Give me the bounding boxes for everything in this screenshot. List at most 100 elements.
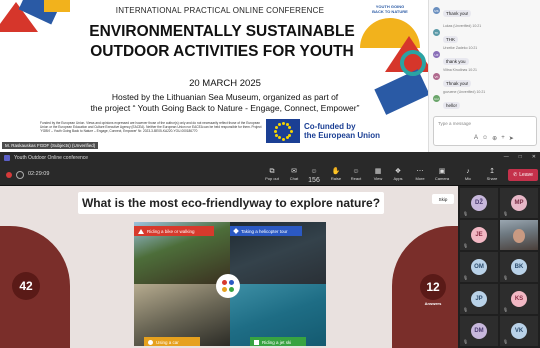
window-title: Youth Outdoor Online conference: [14, 155, 89, 161]
leave-label: Leave: [519, 172, 533, 178]
answer-option-4[interactable]: Riding a jet ski: [230, 284, 326, 346]
camera-icon: ▣: [438, 168, 446, 175]
square-icon: [254, 339, 259, 345]
participant-tile[interactable]: DŽ 🎙: [460, 188, 498, 218]
chat-time: 10:21: [476, 90, 486, 94]
chat-text: thank you: [443, 58, 469, 65]
participant-tile[interactable]: OM 🎙: [460, 252, 498, 282]
share-button[interactable]: ↥ Share: [482, 167, 502, 181]
apps-label: Apps: [393, 176, 403, 181]
chat-panel: MK Thank you! TK Lukas (Unverified) 10:21 T…: [428, 0, 540, 152]
answers-count: 12: [420, 274, 446, 300]
window-title-bar: Youth Outdoor Online conference — □ ✕: [0, 152, 540, 164]
apps-button[interactable]: ❖ Apps: [388, 167, 408, 181]
answer-option-2[interactable]: Taking a helicopter tour: [230, 222, 326, 284]
eu-text-line-2: the European Union: [304, 131, 380, 140]
question-suffix: to explore nature?: [275, 196, 381, 210]
participant-tile[interactable]: JP 🎙: [460, 284, 498, 314]
avatar: BK: [511, 259, 527, 275]
hosted-line-1: Hosted by the Lithuanian Sea Museum, org…: [111, 92, 339, 102]
chat-text: THK: [443, 36, 458, 43]
chat-input-placeholder[interactable]: Type a message: [438, 121, 471, 126]
popout-icon: ⧉: [269, 168, 275, 175]
avatar: UZ: [433, 51, 440, 58]
participant-tile[interactable]: JE 🎙: [460, 220, 498, 250]
avatar: TK: [433, 29, 440, 36]
more-button[interactable]: ⋯ More: [410, 167, 430, 181]
attach-icon[interactable]: ⊕: [492, 135, 497, 142]
avatar: VK: [433, 73, 440, 80]
camera-button[interactable]: ▣ Camera: [432, 167, 452, 181]
teams-app-icon: [4, 155, 10, 161]
chat-button[interactable]: ✉ Chat: [284, 167, 304, 181]
participant-tile[interactable]: KS 🎙: [500, 284, 538, 314]
maximize-button[interactable]: □: [519, 154, 522, 160]
eu-star-icon: [277, 136, 281, 140]
chat-text: Thank you!: [443, 10, 472, 17]
mic-off-icon: 🎙: [463, 339, 469, 344]
react-button[interactable]: ☺ React: [346, 167, 366, 181]
view-icon: ▦: [374, 168, 382, 175]
option-label: Taking a helicopter tour: [241, 228, 288, 234]
option-label: Using a car: [156, 339, 179, 345]
raise-button[interactable]: ✋ Raise: [326, 167, 346, 181]
chat-author: Lukas (Unverified): [443, 24, 472, 28]
leave-button[interactable]: ✆ Leave: [508, 169, 538, 181]
chat-text: hello!: [443, 102, 460, 109]
presenter-name-tag: M. Raskauskas FGDF (Subjects) (Unverifie…: [2, 142, 99, 149]
chat-meta: Urzeike Zadeko 10:21: [443, 46, 477, 50]
raise-icon: ✋: [331, 168, 341, 175]
participant-tile[interactable]: BK 🎙: [500, 252, 538, 282]
chat-compose-box[interactable]: Type a message A ☺ ⊕ + ➤: [433, 116, 537, 146]
option-label: Riding a bike or walking: [147, 228, 195, 234]
chat-tools: A ☺ ⊕ + ➤: [474, 135, 514, 142]
chat-author: Viltna Kirudinas: [443, 68, 468, 72]
eu-star-icon: [289, 129, 293, 133]
window-controls: — □ ✕: [504, 154, 536, 160]
quiz-stage: What is the most eco-friendly way to exp…: [0, 186, 458, 348]
chat-message: VK Viltna Kirudinas 10:21 Thnak you!: [433, 68, 477, 90]
eu-cofunded-badge: Co-funded by the European Union: [266, 119, 380, 143]
question-mid: way: [249, 196, 273, 210]
avatar: GU: [433, 95, 440, 102]
chat-text: Thnak you!: [443, 80, 472, 87]
eu-disclaimer: Funded by the European Union. Views and …: [40, 121, 262, 133]
decor-teal-ring: [400, 50, 426, 76]
participant-tile[interactable]: DM 🎙: [460, 316, 498, 346]
option-label: Riding a jet ski: [262, 339, 292, 345]
quiz-question: What is the most eco-friendly way to exp…: [78, 192, 384, 214]
mic-label: Mic: [464, 176, 472, 181]
add-icon[interactable]: +: [501, 135, 505, 142]
shared-content-area: INTERNATIONAL PRACTICAL ONLINE CONFERENC…: [0, 0, 540, 152]
chat-time: 10:21: [472, 24, 482, 28]
question-bold: most eco-friendly: [149, 196, 250, 210]
answer-option-3[interactable]: Using a car: [134, 284, 230, 346]
recording-indicator-icon: [6, 172, 12, 178]
mic-off-icon: 🎙: [503, 339, 509, 344]
format-icon[interactable]: A: [474, 135, 478, 142]
minimize-button[interactable]: —: [504, 154, 509, 160]
participant-tile[interactable]: [500, 220, 538, 250]
chat-label: Chat: [289, 176, 299, 181]
emoji-icon[interactable]: ☺: [482, 135, 488, 142]
popout-button[interactable]: ⧉ Pop out: [262, 167, 282, 181]
send-icon[interactable]: ➤: [509, 135, 514, 142]
mic-button[interactable]: ♪ Mic: [458, 167, 478, 181]
close-button[interactable]: ✕: [532, 154, 536, 160]
view-button[interactable]: ▦ View: [368, 167, 388, 181]
eu-star-icon: [288, 125, 292, 129]
meeting-toolbar: 02:29:09 ⧉Pop out✉Chat☺ 156People✋Raise☺…: [0, 164, 540, 190]
diamond-icon: [233, 228, 239, 234]
quiz-logo-icon: [216, 274, 240, 298]
mic-off-icon: 🎙: [463, 243, 469, 248]
participant-tile[interactable]: MP 🎙: [500, 188, 538, 218]
skip-button[interactable]: Skip: [432, 194, 454, 204]
avatar: MP: [511, 195, 527, 211]
slide-title-line-1: ENVIRONMENTALLY SUSTAINABLE: [89, 23, 355, 40]
eu-star-icon: [285, 136, 289, 140]
chat-icon: ✉: [291, 168, 297, 175]
answer-option-1[interactable]: Riding a bike or walking: [134, 222, 230, 284]
eu-star-icon: [288, 133, 292, 137]
avatar: JP: [471, 291, 487, 307]
participant-tile[interactable]: VK 🎙: [500, 316, 538, 346]
